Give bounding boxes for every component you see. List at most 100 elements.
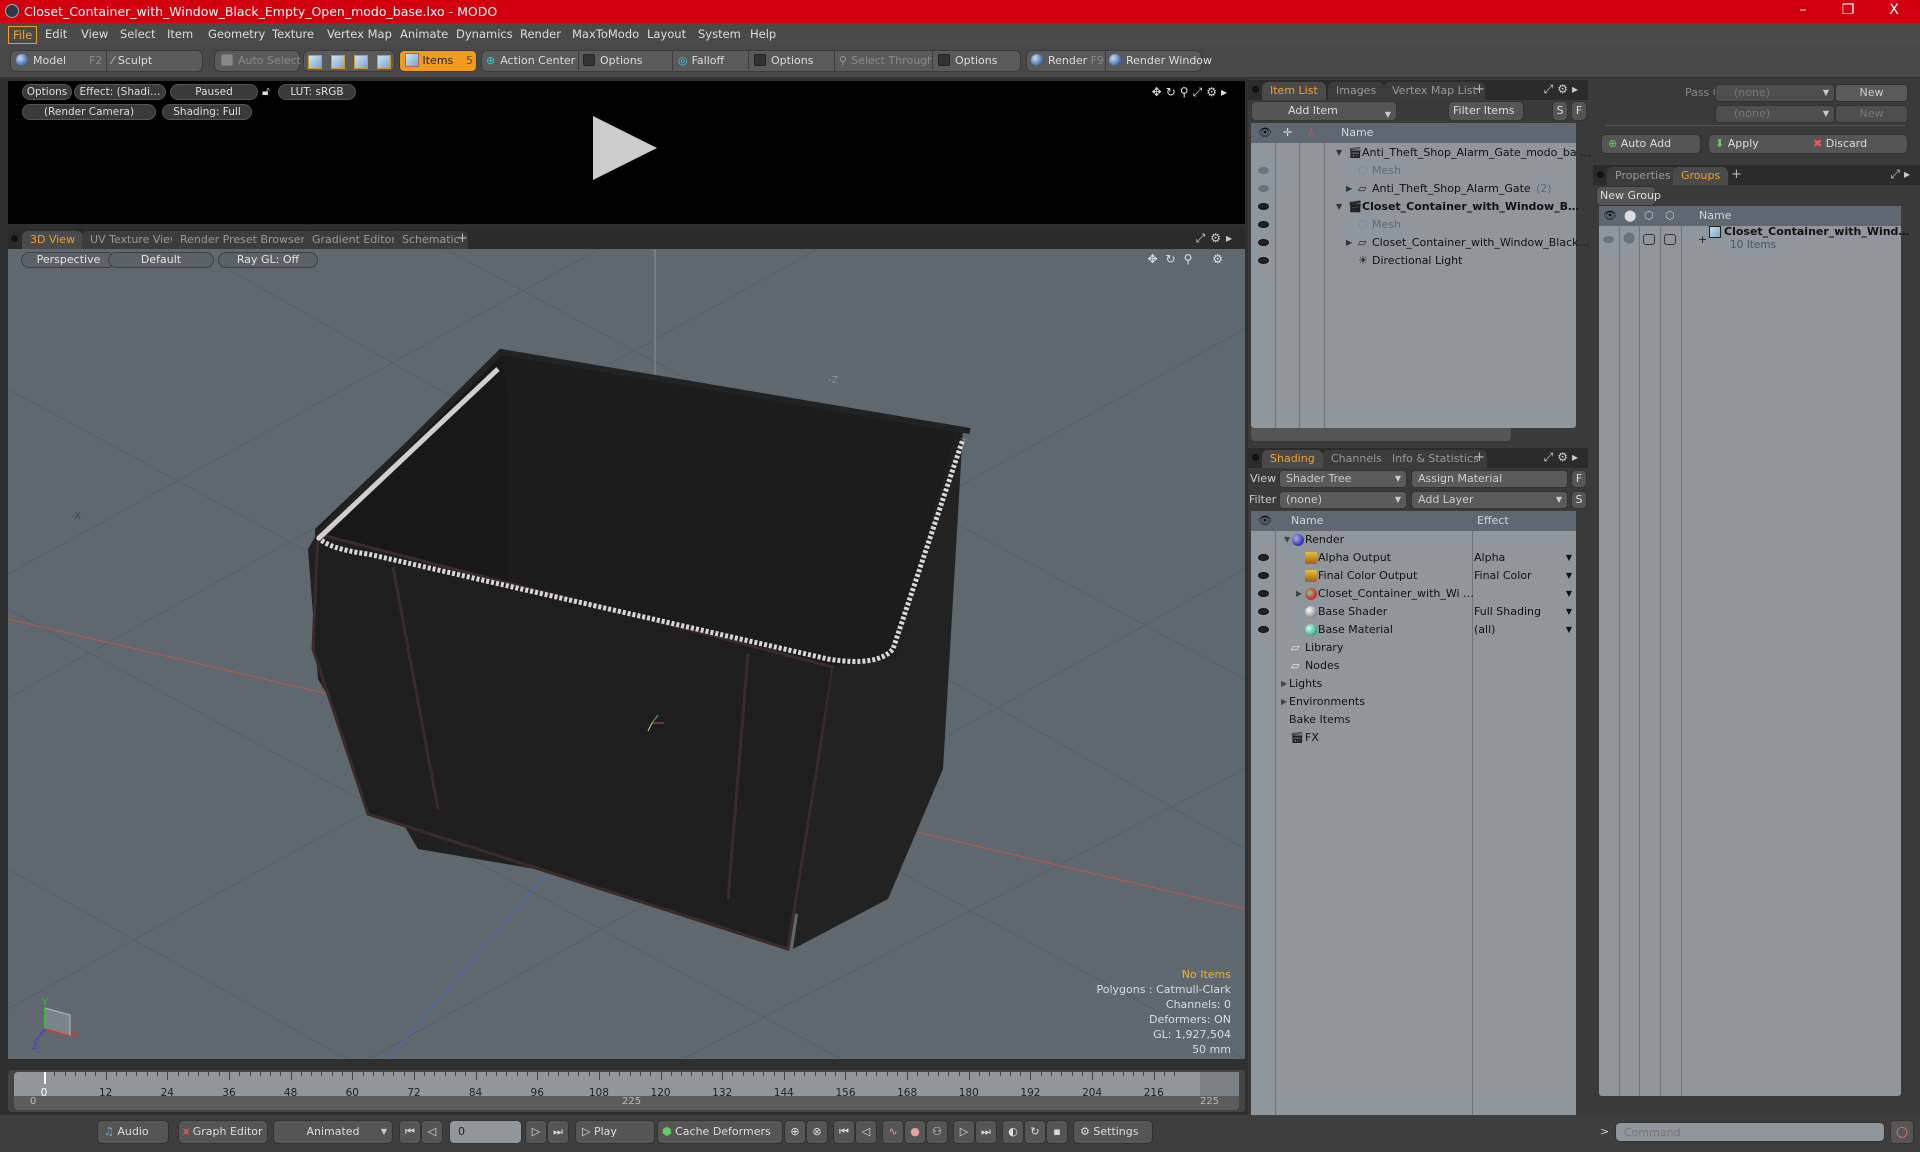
audio-button[interactable]: ♫ Audio <box>97 1120 169 1144</box>
menu-file[interactable]: File <box>8 26 38 44</box>
render-effect-dropdown[interactable]: Effect: (Shadi… <box>74 84 166 100</box>
expand-arrow-icon[interactable]: ▶ <box>1281 693 1287 711</box>
tab-render-preset-browser[interactable]: Render Preset Browser <box>172 231 314 249</box>
item-list-row[interactable]: ⬡ Mesh <box>1251 162 1576 180</box>
current-frame-input[interactable]: 0 <box>449 1120 522 1144</box>
settings-button[interactable]: ⚙ Settings <box>1073 1120 1153 1144</box>
apply-button[interactable]: ⬇ Apply <box>1715 137 1759 150</box>
visibility-column-icon[interactable]: 👁︎ <box>1258 511 1272 531</box>
rotate-icon[interactable]: ↻ <box>1166 85 1180 99</box>
action-center-button[interactable]: ⊕ Action Center <box>486 51 575 71</box>
item-list-hscrollbar[interactable] <box>1251 428 1511 441</box>
axis-column-icon[interactable]: ⅄ <box>1308 123 1315 143</box>
render-column-icon[interactable]: ⬤ <box>1624 206 1636 226</box>
shader-tree-row[interactable]: Bake Items <box>1251 711 1576 729</box>
expand-icon[interactable]: + <box>1698 233 1707 246</box>
falloff-options-button[interactable]: Options <box>754 51 813 71</box>
shader-tree-row[interactable]: 🎬︎ FX <box>1251 729 1576 747</box>
key-up-button[interactable]: ⊕ <box>784 1120 806 1144</box>
filter-dropdown[interactable]: (none) ▼ <box>1279 491 1407 509</box>
playback-options-button[interactable]: ▪ <box>1046 1120 1068 1144</box>
auto-key-button[interactable]: ∿ <box>882 1120 904 1144</box>
menu-help[interactable]: Help <box>746 26 780 42</box>
shader-tree-row[interactable]: Final Color Output Final Color ▼ <box>1251 567 1576 585</box>
item-list-row[interactable]: ▼ 🎬︎ Closet_Container_with_Window_B… <box>1251 198 1579 216</box>
timeline-ruler[interactable]: 0 12 24 36 48 60 72 84 96 108 120 132 144 156 168 180 19… <box>14 1072 1239 1099</box>
lock-icon[interactable]: 🔓︎ <box>262 84 270 99</box>
effect-dropdown[interactable]: Full Shading ▼ <box>1474 603 1574 621</box>
new-pass-button[interactable]: New <box>1835 105 1908 123</box>
item-list-row[interactable]: ▶ ▱ Anti_Theft_Shop_Alarm_Gate (2) <box>1251 180 1576 198</box>
vertices-mode-icon[interactable] <box>308 53 322 73</box>
item-list-f-button[interactable]: F <box>1571 101 1587 121</box>
tab-info-statistics[interactable]: Info & Statistics <box>1384 450 1487 468</box>
graph-editor-button[interactable]: ⩙ Graph Editor <box>178 1120 268 1144</box>
refresh-button[interactable]: ↻ <box>1024 1120 1046 1144</box>
visibility-eye-icon[interactable] <box>1258 239 1269 246</box>
timeline-range-bar[interactable]: 0 225 225 <box>14 1096 1239 1110</box>
auto-add-button[interactable]: ⊕ Auto Add <box>1601 134 1701 154</box>
add-tab-button[interactable]: + <box>1474 450 1485 465</box>
visibility-column-icon[interactable]: 👁︎ <box>1603 206 1617 226</box>
lut-dropdown[interactable]: LUT: sRGB <box>278 84 356 100</box>
expand-arrow-icon[interactable]: ▶ <box>1346 180 1352 198</box>
play-button[interactable]: ▷ Play <box>575 1120 655 1144</box>
next-keyframe-button[interactable]: ⏭ <box>975 1120 997 1144</box>
loop-button[interactable]: ◐ <box>1002 1120 1024 1144</box>
new-pass-group-button[interactable]: New <box>1835 84 1908 102</box>
item-list-row[interactable]: ▶ ▱ Closet_Container_with_Window_Black… <box>1251 234 1590 252</box>
visibility-eye-icon[interactable] <box>1258 203 1269 210</box>
previous-keyframe-button[interactable]: ⏮ <box>833 1120 855 1144</box>
name-column-header[interactable]: Name <box>1699 206 1731 226</box>
maximize-icon[interactable]: ⤢ <box>1196 231 1211 245</box>
render-paused-button[interactable]: Paused <box>170 84 258 100</box>
go-to-end-button[interactable]: ⏭ <box>547 1120 569 1144</box>
visibility-eye-icon[interactable] <box>1603 236 1614 243</box>
close-button[interactable]: X <box>1874 2 1914 18</box>
render-toggle-icon[interactable]: ⬤ <box>1623 231 1635 244</box>
start-render-play-icon[interactable] <box>593 116 657 180</box>
maximize-icon[interactable]: ⤢ <box>1193 85 1207 99</box>
shader-tree-row[interactable]: Base Material (all) ▼ <box>1251 621 1576 639</box>
render-button[interactable]: Render F9 <box>1031 51 1104 71</box>
render-camera-dropdown[interactable]: (Render Camera) <box>22 104 156 120</box>
go-to-start-button[interactable]: ⏮ <box>399 1120 421 1144</box>
effect-dropdown[interactable]: (all) ▼ <box>1474 621 1574 639</box>
tab-3d-view[interactable]: 3D View <box>22 231 84 249</box>
shader-tree-row[interactable]: Base Shader Full Shading ▼ <box>1251 603 1576 621</box>
add-tab-button[interactable]: + <box>1731 167 1742 182</box>
select-checkbox[interactable] <box>1664 234 1676 245</box>
panel-arrow-icon[interactable]: ▸ <box>1572 450 1582 464</box>
visibility-eye-icon[interactable] <box>1258 221 1269 228</box>
tab-properties[interactable]: Properties <box>1607 167 1679 185</box>
group-row[interactable]: ⬤ + Closet_Container_with_Wind… 10 Items <box>1599 225 1909 262</box>
menu-vertex-map[interactable]: Vertex Map <box>323 26 396 42</box>
render-window-button[interactable]: Render Window <box>1109 51 1212 71</box>
key-selected-button[interactable]: ⚇ <box>926 1120 948 1144</box>
shader-tree-row[interactable]: ▼ Render <box>1251 531 1576 549</box>
tab-vertex-map-list[interactable]: Vertex Map List <box>1384 82 1485 100</box>
panel-arrow-icon[interactable]: ▸ <box>1221 85 1231 99</box>
view-dropdown[interactable]: Shader Tree ▼ <box>1279 470 1407 488</box>
expand-arrow-icon[interactable]: ▶ <box>1296 585 1302 603</box>
minimize-button[interactable]: – <box>1783 2 1823 18</box>
pan-icon[interactable]: ✥ <box>1152 85 1166 99</box>
visibility-eye-icon[interactable] <box>1258 167 1269 174</box>
tab-item-list[interactable]: Item List <box>1262 82 1326 100</box>
gear-icon[interactable]: ⚙ <box>1210 231 1226 245</box>
effect-dropdown[interactable]: Alpha ▼ <box>1474 549 1574 567</box>
cache-deformers-button[interactable]: ⬢ Cache Deformers <box>657 1120 783 1144</box>
select-through-button[interactable]: ⚲ Select Through <box>839 51 934 71</box>
command-history-button[interactable]: ○ <box>1890 1120 1914 1144</box>
tab-channels[interactable]: Channels <box>1323 450 1390 468</box>
lock-checkbox[interactable] <box>1643 234 1655 245</box>
timeline[interactable]: 0 12 24 36 48 60 72 84 96 108 120 132 144 156 168 180 19… <box>8 1070 1245 1112</box>
record-button[interactable]: ● <box>904 1120 926 1144</box>
item-list-s-button[interactable]: S <box>1552 101 1568 121</box>
tab-images[interactable]: Images <box>1328 82 1385 100</box>
panel-menu-icon[interactable] <box>1252 454 1259 461</box>
filter-items-input[interactable]: Filter Items <box>1448 101 1524 121</box>
items-mode-button[interactable]: Items 5 <box>399 50 477 72</box>
lock-column-icon[interactable]: ✛ <box>1283 123 1292 143</box>
effect-dropdown[interactable]: ▼ <box>1474 585 1574 603</box>
